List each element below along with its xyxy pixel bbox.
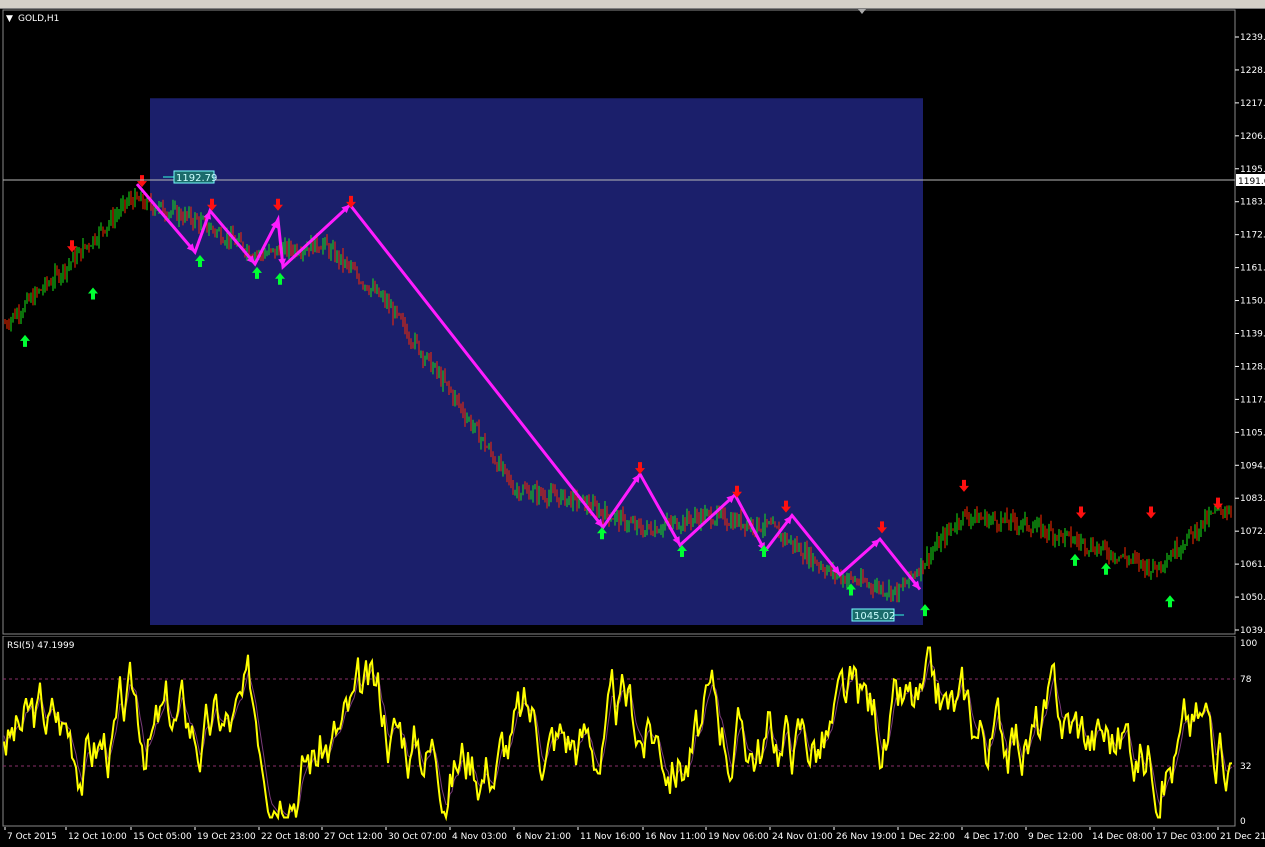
price-axis-label: 1239.7 bbox=[1240, 33, 1265, 43]
price-axis-label: 1105.9 bbox=[1240, 428, 1265, 438]
price-axis-label: 1228.6 bbox=[1240, 66, 1265, 76]
time-axis-svg: 7 Oct 2015 12 Oct 10:00 15 Oct 05:00 19 Oct… bbox=[4, 827, 1265, 842]
price-axis-label: 1128.4 bbox=[1240, 362, 1265, 372]
time-axis-label: 11 Nov 16:00 bbox=[580, 832, 641, 842]
time-axis-label: 26 Nov 19:00 bbox=[836, 832, 897, 842]
time-axis-label: 6 Nov 21:00 bbox=[516, 832, 571, 842]
time-axis-label: 24 Nov 01:00 bbox=[772, 832, 833, 842]
price-axis-label: 1094.8 bbox=[1240, 461, 1265, 471]
rsi-axis-label-78: 78 bbox=[1240, 675, 1252, 685]
time-axis-label: 7 Oct 2015 bbox=[7, 832, 57, 842]
price-axis-label: 1117.3 bbox=[1240, 395, 1265, 405]
time-axis-label: 16 Nov 11:00 bbox=[645, 832, 706, 842]
time-axis-label: 22 Oct 18:00 bbox=[261, 832, 320, 842]
rsi-axis-label-0: 0 bbox=[1240, 817, 1246, 827]
toolbar-strip bbox=[0, 0, 1265, 9]
time-axis-label: 21 Dec 21:00 bbox=[1220, 832, 1265, 842]
price-axis-label: 1083.7 bbox=[1240, 494, 1265, 504]
time-axis-label: 27 Oct 12:00 bbox=[324, 832, 383, 842]
price-axis-label: 1206.4 bbox=[1240, 132, 1265, 142]
time-axis-label: 17 Dec 03:00 bbox=[1156, 832, 1217, 842]
rsi-axis-label-100: 100 bbox=[1240, 639, 1257, 649]
current-price-label: 1191.6 bbox=[1238, 177, 1265, 187]
price-axis-label: 1217.5 bbox=[1240, 99, 1265, 109]
time-axis-label: 19 Oct 23:00 bbox=[197, 832, 256, 842]
symbol-label: GOLD,H1 bbox=[18, 14, 59, 24]
time-axis-label: 14 Dec 08:00 bbox=[1092, 832, 1153, 842]
time-axis-label: 4 Nov 03:00 bbox=[452, 832, 507, 842]
time-axis-label: 1 Dec 22:00 bbox=[900, 832, 955, 842]
time-axis-label: 12 Oct 10:00 bbox=[68, 832, 127, 842]
current-price-tag: 1191.6 bbox=[1236, 174, 1265, 187]
price-axis-label: 1072.6 bbox=[1240, 527, 1265, 537]
time-axis: 7 Oct 2015 12 Oct 10:00 15 Oct 05:00 19 Oct… bbox=[0, 827, 1265, 843]
low-label: 1045.02 bbox=[854, 611, 895, 622]
rsi-svg[interactable]: RSI(5) 47.1999 100 78 32 0 bbox=[0, 635, 1265, 827]
time-axis-label: 4 Dec 17:00 bbox=[964, 832, 1019, 842]
rsi-panel[interactable]: RSI(5) 47.1999 100 78 32 0 bbox=[0, 635, 1265, 827]
price-axis-label: 1195.3 bbox=[1240, 165, 1265, 175]
time-axis-label: 9 Dec 12:00 bbox=[1028, 832, 1083, 842]
time-axis-label: 19 Nov 06:00 bbox=[708, 832, 769, 842]
rsi-title: RSI(5) 47.1999 bbox=[7, 641, 75, 651]
price-chart[interactable]: 1239.7 1228.6 1217.5 1206.4 1195.3 1183.9 1172… bbox=[0, 9, 1265, 636]
time-axis-label: 15 Oct 05:00 bbox=[133, 832, 192, 842]
price-axis-label: 1039.3 bbox=[1240, 626, 1265, 635]
price-axis-label: 1150.6 bbox=[1240, 297, 1265, 307]
price-axis-label: 1139.5 bbox=[1240, 330, 1265, 340]
price-axis-label: 1050.4 bbox=[1240, 593, 1265, 603]
price-axis-label: 1161.7 bbox=[1240, 264, 1265, 274]
high-label: 1192.79 bbox=[176, 173, 217, 184]
collapse-icon[interactable]: ▼ bbox=[6, 14, 13, 24]
time-axis-label: 30 Oct 07:00 bbox=[388, 832, 447, 842]
price-chart-svg[interactable]: 1239.7 1228.6 1217.5 1206.4 1195.3 1183.9 1172… bbox=[0, 9, 1265, 636]
rsi-axis-label-32: 32 bbox=[1240, 762, 1251, 772]
price-axis-label: 1172.8 bbox=[1240, 231, 1265, 241]
price-axis-label: 1061.5 bbox=[1240, 560, 1265, 570]
price-axis-label: 1183.9 bbox=[1240, 198, 1265, 208]
